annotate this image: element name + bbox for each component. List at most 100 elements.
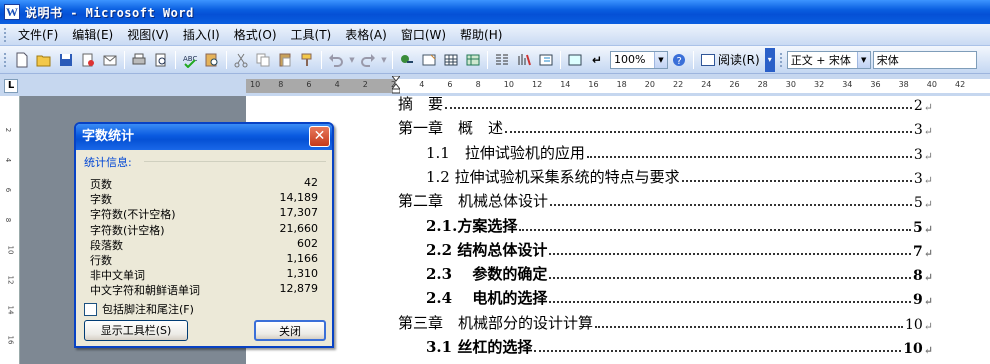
print-icon[interactable] <box>129 50 149 70</box>
ruler-tick-label: 6 <box>447 80 453 89</box>
dialog-title-bar[interactable]: 字数统计 ✕ <box>76 124 332 150</box>
ruler-tick-label: 30 <box>785 80 796 89</box>
menu-format[interactable]: 格式(O) <box>227 25 284 45</box>
help-icon[interactable]: ? <box>669 50 689 70</box>
cut-icon[interactable] <box>231 50 251 70</box>
toc-leader-dots <box>505 131 912 134</box>
vertical-ruler-tick-label: 10 <box>6 245 15 255</box>
save-icon[interactable] <box>56 50 76 70</box>
stat-row: 页数 42 <box>90 176 318 191</box>
font-select[interactable]: 宋体 <box>872 50 977 69</box>
paste-icon[interactable] <box>275 50 295 70</box>
toc-entry[interactable]: 摘 要 2 ↵ <box>398 90 933 114</box>
toc-page-number: 3 <box>913 122 923 139</box>
chevron-down-icon[interactable]: ▼ <box>654 51 667 68</box>
menu-window[interactable]: 窗口(W) <box>394 25 453 45</box>
menu-view[interactable]: 视图(V) <box>120 25 176 45</box>
statistics-group: 统计信息: 页数 42 字数 14,189 字符数(不计空格) 17,307 字符数(计空格… <box>82 154 326 298</box>
zoom-select[interactable]: 100% ▼ <box>610 50 668 69</box>
toc-entry[interactable]: 第二章 机械总体设计 5 ↵ <box>398 187 933 211</box>
show-hide-icon[interactable] <box>565 50 585 70</box>
menu-tools[interactable]: 工具(T) <box>284 25 339 45</box>
redo-icon[interactable] <box>358 50 378 70</box>
toc-entry[interactable]: 第三章 机械部分的设计计算 10 ↵ <box>398 309 933 333</box>
undo-dropdown-icon[interactable]: ▼ <box>348 50 356 70</box>
hyperlink-icon[interactable] <box>397 50 417 70</box>
redo-dropdown-icon[interactable]: ▼ <box>380 50 388 70</box>
ruler-tick-label: 8 <box>475 80 481 89</box>
checkbox-box[interactable] <box>84 302 97 316</box>
chevron-down-icon[interactable]: ▼ <box>856 51 870 68</box>
toc-entry[interactable]: 2.1.方案选择 5 ↵ <box>426 212 933 236</box>
menu-file[interactable]: 文件(F) <box>11 25 65 45</box>
toc-page-number: 10 <box>904 316 923 333</box>
paragraph-mark: ↵ <box>923 344 933 357</box>
insert-table-icon[interactable] <box>441 50 461 70</box>
toc-page-number: 8 <box>913 268 923 285</box>
ruler-tick-label: 6 <box>306 80 312 89</box>
vertical-ruler-tick-label: 6 <box>4 187 13 193</box>
paragraph-mark-icon[interactable]: ↵ <box>587 50 607 70</box>
tables-borders-icon[interactable] <box>419 50 439 70</box>
checkbox-label: 包括脚注和尾注(F) <box>102 303 194 316</box>
drawing-icon[interactable] <box>514 50 534 70</box>
format-painter-icon[interactable] <box>297 50 317 70</box>
stat-row: 行数 1,166 <box>90 252 318 267</box>
toc-entry-text: 第二章 机械总体设计 <box>398 192 549 211</box>
vertical-ruler[interactable]: 2 4 6 8 10 12 14 16 <box>4 96 20 364</box>
toc-page-number: 5 <box>913 195 923 212</box>
formatting-toolbar-grip[interactable] <box>779 52 783 67</box>
stat-row: 非中文单词 1,310 <box>90 267 318 282</box>
standard-toolbar: ABC ▼ ▼ ↵ 100% ▼ ? 阅读(R) ▾ 正文 + 宋体 ▼ 宋体 <box>0 46 990 74</box>
ruler-tick-label: 32 <box>814 80 825 89</box>
new-document-icon[interactable] <box>12 50 32 70</box>
toc-leader-dots <box>519 228 912 231</box>
toc-entry[interactable]: 3.1 丝杠的选择 10 ↵ <box>426 333 933 357</box>
word-app-icon[interactable]: W <box>4 4 20 20</box>
include-footnotes-checkbox[interactable]: 包括脚注和尾注(F) <box>84 301 194 317</box>
toc-entry[interactable]: 2.3 参数的确定 8 ↵ <box>426 260 933 284</box>
ruler-tick-label: 10 <box>250 80 261 89</box>
style-select[interactable]: 正文 + 宋体 ▼ <box>786 50 871 69</box>
toc-entry[interactable]: 2.4 电机的选择 9 ↵ <box>426 284 933 308</box>
undo-icon[interactable] <box>326 50 346 70</box>
columns-icon[interactable] <box>492 50 512 70</box>
document-body[interactable]: 摘 要 2 ↵ 第一章 概 述 3 ↵ 1.1 拉伸试验机的应用 3 ↵ 1.2 拉伸试验机采集系… <box>396 95 990 364</box>
menu-table[interactable]: 表格(A) <box>338 25 394 45</box>
toc-entry[interactable]: 2.2 结构总体设计 7 ↵ <box>426 236 933 260</box>
toc-entry-text: 1.2 拉伸试验机采集系统的特点与要求 <box>426 167 680 186</box>
print-preview-icon[interactable] <box>151 50 171 70</box>
toc-page-number: 5 <box>913 219 923 236</box>
toc-leader-dots <box>681 179 912 182</box>
menu-insert[interactable]: 插入(I) <box>176 25 227 45</box>
menu-grip[interactable] <box>4 27 7 42</box>
read-mode-label: 阅读(R) <box>718 53 760 67</box>
tab-selector[interactable]: L <box>4 79 18 93</box>
open-folder-icon[interactable] <box>34 50 54 70</box>
ruler-tick-label: 26 <box>729 80 740 89</box>
paragraph-mark: ↵ <box>923 222 933 236</box>
email-icon[interactable] <box>100 50 120 70</box>
toc-entry[interactable]: 1.2 拉伸试验机采集系统的特点与要求 3 ↵ <box>426 163 933 187</box>
close-icon[interactable]: ✕ <box>309 126 330 147</box>
permission-icon[interactable] <box>78 50 98 70</box>
spelling-icon[interactable]: ABC <box>180 50 200 70</box>
toc-entry[interactable]: 第一章 概 述 3 ↵ <box>398 114 933 138</box>
toc-entry[interactable]: 1.1 拉伸试验机的应用 3 ↵ <box>426 139 933 163</box>
toolbar-grip[interactable] <box>4 52 7 67</box>
toc-leader-dots <box>595 325 903 328</box>
close-button[interactable]: 关闭 <box>254 320 326 341</box>
stat-value: 12,879 <box>279 282 319 296</box>
toolbar-options-icon[interactable]: ▾ <box>764 47 775 72</box>
insert-excel-icon[interactable] <box>463 50 483 70</box>
toolbar-separator <box>392 50 393 69</box>
research-icon[interactable] <box>202 50 222 70</box>
ruler-tick-label: 42 <box>955 80 966 89</box>
read-mode-button[interactable]: 阅读(R) <box>697 50 764 70</box>
copy-icon[interactable] <box>253 50 273 70</box>
show-toolbar-button[interactable]: 显示工具栏(S) <box>84 320 188 341</box>
menu-help[interactable]: 帮助(H) <box>453 25 509 45</box>
toolbar-separator <box>321 50 322 69</box>
document-map-icon[interactable] <box>536 50 556 70</box>
menu-edit[interactable]: 编辑(E) <box>65 25 120 45</box>
